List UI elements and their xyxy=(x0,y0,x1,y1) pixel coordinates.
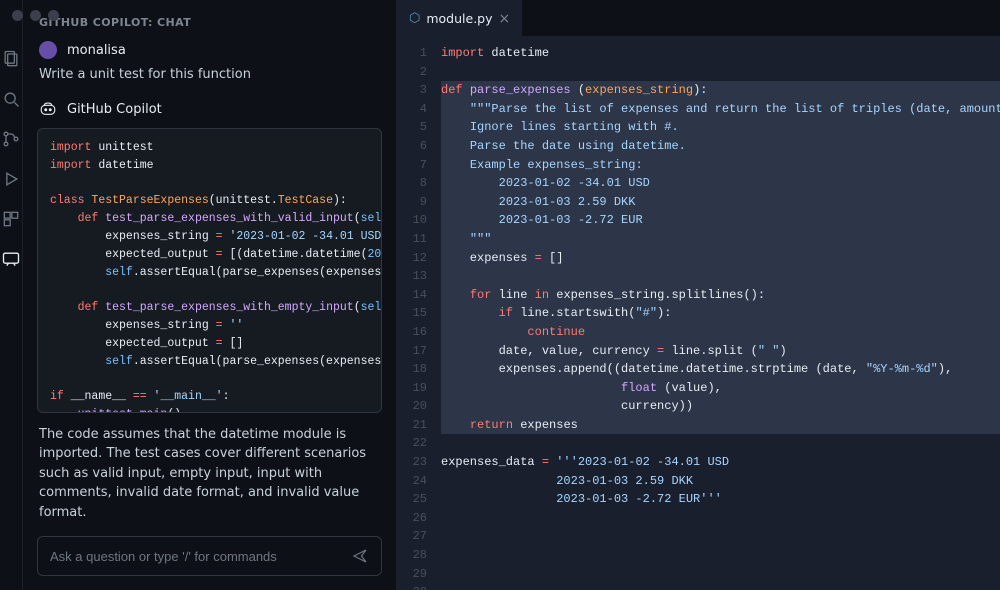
tab-filename: module.py xyxy=(426,11,492,26)
user-prompt: Write a unit test for this function xyxy=(23,63,396,94)
search-icon[interactable] xyxy=(0,88,22,110)
assistant-code-block[interactable]: import unittest import datetime class Te… xyxy=(37,128,382,413)
window-controls[interactable] xyxy=(12,10,59,21)
user-message-header: monalisa xyxy=(23,37,396,63)
copilot-logo-icon xyxy=(39,100,57,118)
assistant-name: GitHub Copilot xyxy=(67,102,162,117)
assistant-header: GitHub Copilot xyxy=(23,94,396,128)
panel-title: GITHUB COPILOT: CHAT xyxy=(23,0,396,37)
assistant-explanation: The code assumes that the datetime modul… xyxy=(23,425,396,523)
explorer-icon[interactable] xyxy=(0,48,22,70)
extensions-icon[interactable] xyxy=(0,208,22,230)
python-file-icon: ⬡ xyxy=(409,11,420,26)
run-debug-icon[interactable] xyxy=(0,168,22,190)
close-icon[interactable]: × xyxy=(499,11,511,27)
editor-panel: ⬡ module.py × 12345678910111213141516171… xyxy=(397,0,1000,590)
chat-input[interactable] xyxy=(50,549,351,564)
send-icon[interactable] xyxy=(351,547,369,565)
editor-code[interactable]: import datetimedef parse_expenses (expen… xyxy=(437,36,1000,590)
chat-input-container[interactable] xyxy=(37,536,382,576)
line-gutter: 1234567891011121314151617181920212223242… xyxy=(397,36,437,590)
copilot-chat-icon[interactable] xyxy=(0,248,22,270)
activity-bar xyxy=(0,0,23,590)
username: monalisa xyxy=(67,43,126,58)
user-avatar xyxy=(39,41,57,59)
copilot-chat-panel: GITHUB COPILOT: CHAT monalisa Write a un… xyxy=(23,0,397,590)
tab-bar: ⬡ module.py × xyxy=(397,0,1000,36)
source-control-icon[interactable] xyxy=(0,128,22,150)
tab-module-py[interactable]: ⬡ module.py × xyxy=(397,0,522,36)
